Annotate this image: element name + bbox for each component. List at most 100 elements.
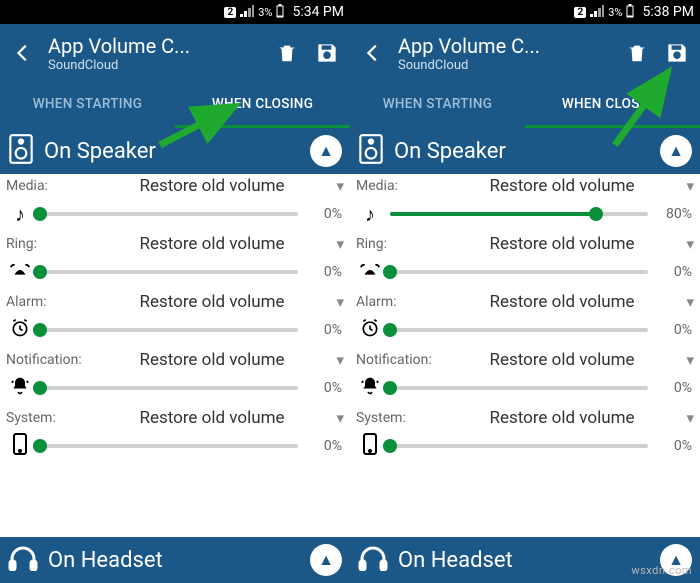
chevron-down-icon: ▾ <box>674 409 694 427</box>
volume-slider[interactable] <box>390 212 648 216</box>
ring-icon <box>6 261 34 284</box>
volume-slider[interactable] <box>40 386 298 390</box>
volume-percent: 80% <box>654 206 694 222</box>
volume-slider[interactable] <box>40 328 298 332</box>
volume-slider[interactable] <box>390 270 648 274</box>
chevron-down-icon: ▾ <box>674 235 694 253</box>
volume-percent: 0% <box>304 264 344 280</box>
volume-row-ring: Ring:Restore old volume▾ 0% <box>0 232 350 290</box>
note-icon: ♪ <box>6 202 34 227</box>
row-label: Alarm: <box>6 294 100 310</box>
tab-when-closing[interactable]: WHEN CLOSING <box>175 82 350 126</box>
volume-row-bell: Notification:Restore old volume▾0% <box>350 348 700 406</box>
chevron-up-icon: ▲ <box>318 550 334 570</box>
chevron-down-icon: ▾ <box>324 177 344 195</box>
volume-row-note: Media:Restore old volume▾♪0% <box>0 174 350 232</box>
screen-1: 2 3% 5:38 PM App Volume C...SoundCloudWHEN … <box>350 0 700 583</box>
signal-icon <box>590 5 604 20</box>
chevron-down-icon: ▾ <box>324 235 344 253</box>
row-mode-dropdown[interactable]: Restore old volume <box>450 408 674 428</box>
phone-icon <box>356 433 384 460</box>
bell-icon <box>6 376 34 401</box>
collapse-button[interactable]: ▲ <box>310 135 342 167</box>
row-mode-dropdown[interactable]: Restore old volume <box>100 350 324 370</box>
tab-when-starting[interactable]: WHEN STARTING <box>350 82 525 126</box>
volume-row-alarm: Alarm:Restore old volume▾0% <box>350 290 700 348</box>
chevron-up-icon: ▲ <box>318 141 334 161</box>
volume-slider[interactable] <box>40 444 298 448</box>
tab-when-closing[interactable]: WHEN CLOSING <box>525 82 700 126</box>
headset-icon <box>358 545 388 575</box>
clock: 5:38 PM <box>642 4 694 20</box>
section-label: On Headset <box>48 548 300 573</box>
signal-icon <box>240 5 254 20</box>
row-mode-dropdown[interactable]: Restore old volume <box>450 292 674 312</box>
row-mode-dropdown[interactable]: Restore old volume <box>450 350 674 370</box>
collapse-button[interactable]: ▲ <box>660 135 692 167</box>
row-mode-dropdown[interactable]: Restore old volume <box>100 176 324 196</box>
volume-percent: 0% <box>654 264 694 280</box>
status-bar: 2 3% 5:38 PM <box>350 0 700 24</box>
section-label: On Speaker <box>394 139 650 164</box>
volume-slider[interactable] <box>390 386 648 390</box>
note-icon: ♪ <box>356 202 384 227</box>
row-label: System: <box>356 410 450 426</box>
row-label: Media: <box>6 178 100 194</box>
volume-percent: 0% <box>654 380 694 396</box>
chevron-down-icon: ▾ <box>324 351 344 369</box>
speaker-icon <box>8 133 34 169</box>
page-subtitle: SoundCloud <box>48 58 262 73</box>
section-on-speaker[interactable]: On Speaker▲ <box>0 128 350 174</box>
save-button[interactable] <box>662 38 692 68</box>
battery-pct: 3% <box>258 6 272 19</box>
chevron-down-icon: ▾ <box>324 293 344 311</box>
delete-button[interactable] <box>272 38 302 68</box>
back-button[interactable] <box>8 38 38 68</box>
delete-button[interactable] <box>622 38 652 68</box>
save-button[interactable] <box>312 38 342 68</box>
collapse-button[interactable]: ▲ <box>310 544 342 576</box>
volume-percent: 0% <box>304 438 344 454</box>
volume-row-note: Media:Restore old volume▾♪80% <box>350 174 700 232</box>
tab-when-starting[interactable]: WHEN STARTING <box>0 82 175 126</box>
section-on-headset[interactable]: On Headset ▲ <box>0 537 350 583</box>
alarm-icon <box>356 318 384 343</box>
volume-list: Media:Restore old volume▾♪80%Ring:Restor… <box>350 174 700 537</box>
screen-0: 23%5:34 PMApp Volume C...SoundCloudWHEN … <box>0 0 350 583</box>
watermark: wsxdn.com <box>631 564 692 577</box>
row-label: Alarm: <box>356 294 450 310</box>
row-label: Notification: <box>6 352 100 368</box>
status-bar: 23%5:34 PM <box>0 0 350 24</box>
battery-pct: 3% <box>608 6 622 19</box>
row-mode-dropdown[interactable]: Restore old volume <box>100 234 324 254</box>
row-label: Notification: <box>356 352 450 368</box>
row-label: System: <box>6 410 100 426</box>
volume-slider[interactable] <box>390 444 648 448</box>
volume-slider[interactable] <box>390 328 648 332</box>
app-bar: App Volume C...SoundCloud <box>350 24 700 82</box>
row-label: Ring: <box>6 236 100 252</box>
battery-icon <box>626 4 634 21</box>
volume-row-phone: System:Restore old volume▾0% <box>350 406 700 464</box>
tab-bar: WHEN STARTINGWHEN CLOSING <box>0 82 350 128</box>
app-bar: App Volume C...SoundCloud <box>0 24 350 82</box>
volume-percent: 0% <box>654 322 694 338</box>
section-label: On Headset <box>398 548 650 573</box>
bell-icon <box>356 376 384 401</box>
chevron-down-icon: ▾ <box>324 409 344 427</box>
volume-slider[interactable] <box>40 270 298 274</box>
sim-indicator: 2 <box>574 7 586 18</box>
volume-percent: 0% <box>304 322 344 338</box>
chevron-down-icon: ▾ <box>674 177 694 195</box>
back-button[interactable] <box>358 38 388 68</box>
row-mode-dropdown[interactable]: Restore old volume <box>100 292 324 312</box>
sim-indicator: 2 <box>224 7 236 18</box>
row-mode-dropdown[interactable]: Restore old volume <box>450 176 674 196</box>
volume-row-bell: Notification:Restore old volume▾ 0% <box>0 348 350 406</box>
volume-slider[interactable] <box>40 212 298 216</box>
volume-percent: 0% <box>304 380 344 396</box>
section-on-speaker[interactable]: On Speaker ▲ <box>350 128 700 174</box>
row-mode-dropdown[interactable]: Restore old volume <box>450 234 674 254</box>
row-mode-dropdown[interactable]: Restore old volume <box>100 408 324 428</box>
page-title: App Volume C... <box>398 34 612 58</box>
